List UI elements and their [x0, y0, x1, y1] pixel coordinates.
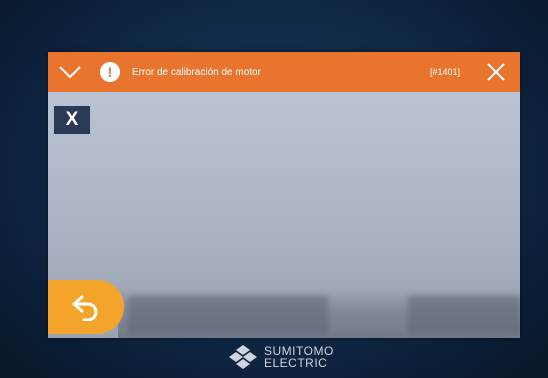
brand-logo: SUMITOMO ELECTRIC: [228, 344, 334, 370]
sumitomo-logo-icon: [229, 345, 257, 369]
camera-view-blur: [118, 288, 520, 338]
close-icon: [487, 63, 505, 81]
device-frame: ! Error de calibración de motor [#1401] …: [0, 0, 548, 378]
brand-text: SUMITOMO ELECTRIC: [264, 345, 334, 369]
touch-screen: ! Error de calibración de motor [#1401] …: [48, 52, 520, 338]
close-button[interactable]: [478, 52, 514, 92]
back-button[interactable]: [48, 280, 124, 334]
chevron-down-icon: [59, 66, 81, 79]
camera-blur-region: [128, 296, 328, 334]
error-message: Error de calibración de motor: [132, 66, 261, 78]
error-code: [#1401]: [429, 67, 460, 77]
camera-blur-region: [408, 296, 520, 334]
back-arrow-icon: [72, 295, 98, 321]
collapse-button[interactable]: [48, 52, 92, 92]
brand-line-2: ELECTRIC: [264, 356, 328, 370]
error-alert-bar: ! Error de calibración de motor [#1401]: [48, 52, 520, 92]
exclamation-icon: !: [100, 62, 120, 82]
dismiss-button[interactable]: X: [54, 106, 90, 134]
